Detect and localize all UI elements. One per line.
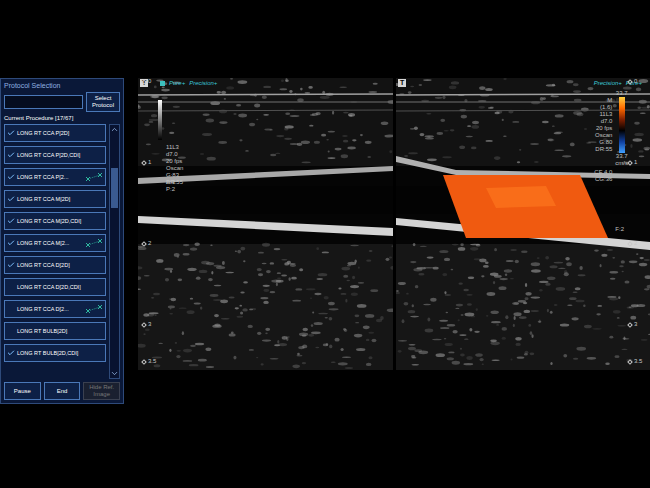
ultrasound-scan [138,78,393,370]
panel-button[interactable]: Hide Ref. Image [83,382,120,400]
badge: Precision+ [594,79,622,87]
item-label: LONG RT CCA P[2D] [17,130,69,137]
protocol-list: LONG RT CCA P[2D] LONG RT CCA P[2D,CDI] LO… [4,124,106,379]
diamond-icon [141,359,147,365]
panel-title: Protocol Selection [4,81,120,90]
item-label: LONG RT CCA D[2D] [17,262,70,269]
transducer-mark: T [398,79,406,87]
protocol-item[interactable]: LONG RT CCA P[2... [4,168,106,186]
protocol-item[interactable]: LONG RT CCA D[2... [4,300,106,318]
check-icon [7,261,15,269]
depth-tick: 0 [142,78,151,85]
diamond-icon [141,322,147,328]
caliper-icon [85,172,103,182]
diamond-icon [141,241,147,247]
panel-buttons: PauseEndHide Ref. Image [4,382,120,400]
search-row: Select Protocol [4,92,120,112]
color-bar [619,97,625,153]
protocol-item[interactable]: LONG RT CCA M[2D,CDI] [4,212,106,230]
depth-tick: 3.5 [628,358,642,365]
protocol-item[interactable]: LONG RT CCA D[2D,CDI] [4,278,106,296]
current-procedure: Current Procedure [17/67] [4,114,120,122]
diamond-icon [141,79,147,85]
check-icon [7,151,15,159]
select-protocol-button[interactable]: Select Protocol [86,92,120,112]
depth-tick: 0 [628,78,637,85]
scroll-thumb[interactable] [111,168,118,208]
item-label: LONG RT CCA P[2... [17,174,68,181]
image-params-lower: A:3P:2 [166,179,175,193]
scroll-down-icon[interactable] [110,369,119,378]
scroll-up-icon[interactable] [110,125,119,134]
item-label: LONG RT CCA D[2D,CDI] [17,284,81,291]
image-badges: Pure+ Precision+ [160,79,217,87]
protocol-item[interactable]: LONG RT CCA D[2D] [4,256,106,274]
item-label: LONG RT BULB[2D,CDI] [17,350,78,357]
depth-tick: 3 [628,321,637,328]
depth-tick: 3 [142,321,151,328]
item-label: LONG RT CCA M[2... [17,240,69,247]
item-label: LONG RT CCA M[2D] [17,196,70,203]
protocol-column: Protocol Selection Select Protocol Current… [0,0,124,488]
image-params: M(1.6)11L3d7.020 fpsOscanG:80DR:55CF 4.0… [594,90,628,183]
badge: Precision+ [189,79,217,87]
diamond-icon [141,160,147,166]
caliper-icon [85,238,103,248]
check-icon [7,129,15,137]
image-params-lower: F:2 [615,226,624,233]
protocol-list-area: LONG RT CCA P[2D] LONG RT CCA P[2D,CDI] LO… [4,124,120,379]
image-area: TPure+Precision+01233.511L3d7.020 fpsOsc… [124,0,650,488]
badge: Pure+ [626,79,642,87]
panel-button[interactable]: Pause [4,382,41,400]
diamond-icon [627,241,633,247]
protocol-search[interactable] [4,95,83,109]
velocity-scale: 33.733.7cm/s [615,90,628,183]
logo-icon [160,81,165,86]
protocol-item[interactable]: LONG RT CCA M[2D] [4,190,106,208]
ultrasound-screen: Protocol Selection Select Protocol Current… [0,0,650,488]
depth-tick: 2 [142,240,151,247]
caliper-icon [85,304,103,314]
depth-tick: 1 [142,159,151,166]
left-image: TPure+Precision+01233.511L3d7.020 fpsOsc… [138,78,393,370]
check-icon [7,349,15,357]
protocol-panel: Protocol Selection Select Protocol Current… [0,78,124,404]
diamond-icon [627,160,633,166]
gray-bar [158,100,162,140]
item-label: LONG RT BULB[2D] [17,328,67,335]
badge: Pure+ [169,79,185,87]
protocol-item[interactable]: LONG RT CCA M[2... [4,234,106,252]
scrollbar[interactable] [109,124,120,379]
depth-tick: 1 [628,159,637,166]
diamond-icon [627,322,633,328]
diamond-icon [627,79,633,85]
check-icon [7,239,15,247]
check-icon [7,195,15,203]
check-icon [7,173,15,181]
protocol-item[interactable]: LONG RT CCA P[2D] [4,124,106,142]
protocol-item[interactable]: LONG RT CCA P[2D,CDI] [4,146,106,164]
depth-tick: 3.5 [142,358,156,365]
protocol-item[interactable]: LONG RT BULB[2D,CDI] [4,344,106,362]
check-icon [7,217,15,225]
item-label: LONG RT CCA P[2D,CDI] [17,152,80,159]
diamond-icon [627,359,633,365]
item-label: LONG RT CCA M[2D,CDI] [17,218,81,225]
depth-scale: 0 1 2 3 3.5 [628,78,646,370]
right-image: T Precision+ Pure+0 1 2 3 3.5 M(1.6)11L3d7.020 … [396,78,650,370]
item-label: LONG RT CCA D[2... [17,306,69,313]
depth-tick: 2 [628,240,637,247]
panel-button[interactable]: End [44,382,81,400]
protocol-item[interactable]: LONG RT BULB[2D] [4,322,106,340]
